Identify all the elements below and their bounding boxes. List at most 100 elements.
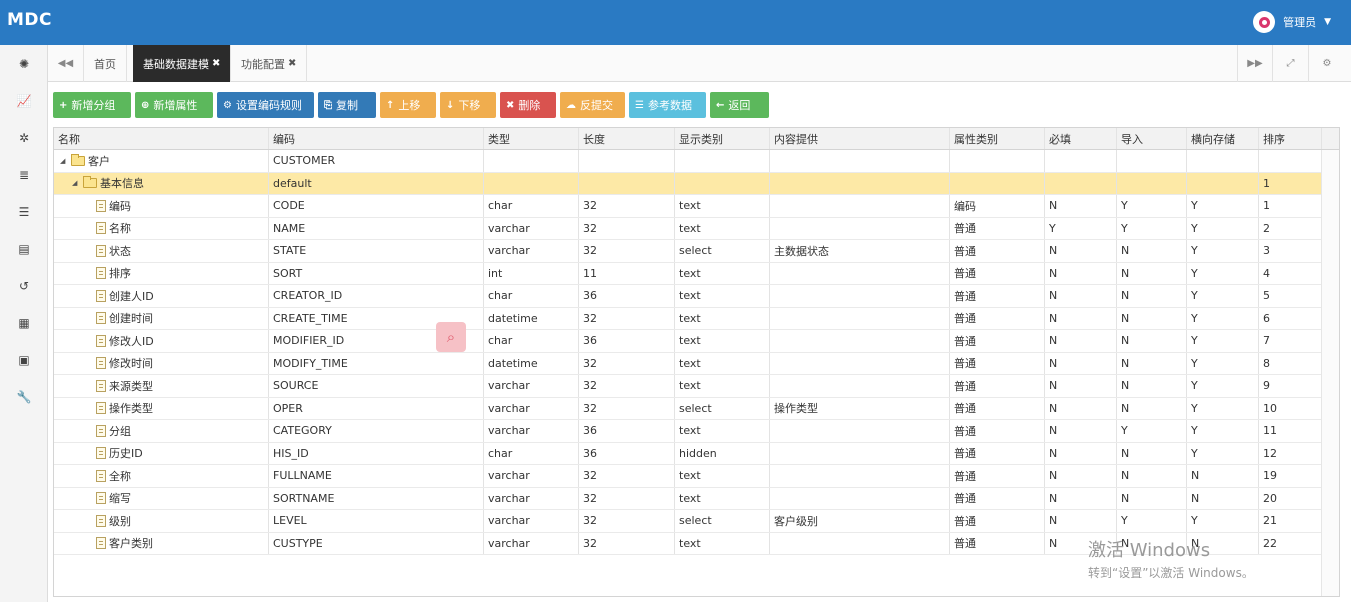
table-row[interactable]: 排序 SORT int 11 text 普通 N N Y 4 [54, 262, 1322, 285]
tab-function-config[interactable]: 功能配置 ✖ [231, 45, 308, 82]
user-menu[interactable]: 管理员 ▼ [1253, 11, 1331, 33]
table-cell: Y [1187, 442, 1259, 464]
column-header[interactable]: 显示类别 [675, 128, 770, 149]
table-cell: N [1117, 442, 1187, 464]
table-cell: select [675, 397, 770, 419]
table-row[interactable]: 编码 CODE char 32 text 编码 N Y Y 1 [54, 195, 1322, 218]
toolbar-button-8[interactable]: ☰ 参考数据 [629, 92, 706, 118]
file-icon [96, 424, 106, 437]
table-cell: 32 [579, 352, 675, 374]
table-cell: Y [1187, 375, 1259, 397]
column-header[interactable]: 名称 [54, 128, 269, 149]
table-row[interactable]: 全称 FULLNAME varchar 32 text 普通 N N N 19 [54, 465, 1322, 488]
table-row[interactable]: ◢ 基本信息 default 1 [54, 172, 1322, 195]
tree-node-cell: 状态 [54, 240, 269, 262]
table-row[interactable]: 名称 NAME varchar 32 text 普通 Y Y Y 2 [54, 217, 1322, 240]
app-logo[interactable]: MDC [7, 10, 52, 30]
column-header[interactable]: 长度 [579, 128, 675, 149]
table-cell: N [1045, 465, 1117, 487]
toolbar-button-5[interactable]: ↓ 下移 [440, 92, 496, 118]
table-cell: 20 [1259, 487, 1322, 509]
table-cell: default [269, 172, 484, 194]
column-header[interactable]: 类型 [484, 128, 579, 149]
vertical-scrollbar[interactable] [1321, 150, 1339, 596]
node-label: 全称 [109, 469, 131, 483]
tab-data-modeling[interactable]: 基础数据建模 ✖ [133, 45, 232, 82]
toolbar-button-1[interactable]: ⊕ 新增属性 [135, 92, 213, 118]
table-cell: N [1187, 487, 1259, 509]
tab-scroll-left-icon[interactable]: ◀◀ [48, 45, 84, 82]
column-header[interactable]: 导入 [1117, 128, 1187, 149]
table-cell: Y [1187, 352, 1259, 374]
table-cell [770, 375, 950, 397]
tree-node-cell: 编码 [54, 195, 269, 217]
table-row[interactable]: 操作类型 OPER varchar 32 select 操作类型 普通 N N Y 10 [54, 397, 1322, 420]
table-row[interactable]: 创建人ID CREATOR_ID char 36 text 普通 N N Y 5 [54, 285, 1322, 308]
file-icon [96, 289, 106, 302]
expand-toggle-icon[interactable]: ◢ [72, 179, 80, 187]
table-cell [770, 465, 950, 487]
table-row[interactable]: 修改人ID MODIFIER_ID char 36 text 普通 N N Y 7 [54, 330, 1322, 353]
table-cell: 2 [1259, 217, 1322, 239]
list-icon[interactable]: ▤ [15, 242, 33, 256]
tree-node-cell: 来源类型 [54, 375, 269, 397]
database-icon[interactable]: ≣ [15, 168, 33, 182]
avatar[interactable] [1253, 11, 1276, 33]
film-icon[interactable]: ▦ [15, 316, 33, 330]
table-cell [1187, 150, 1259, 172]
column-header[interactable]: 内容提供 [770, 128, 950, 149]
toolbar-button-7[interactable]: ☁ 反提交 [560, 92, 625, 118]
node-label: 客户类别 [109, 537, 153, 551]
table-cell [770, 442, 950, 464]
toolbar-button-3[interactable]: ⎘ 复制 [318, 92, 376, 118]
close-icon[interactable]: ✖ [212, 58, 220, 69]
table-row[interactable]: 创建时间 CREATE_TIME datetime 32 text 普通 N N Y 6 [54, 307, 1322, 330]
toolbar-button-4[interactable]: ↑ 上移 [380, 92, 436, 118]
settings-icon[interactable]: ✲ [15, 131, 33, 145]
column-header[interactable]: 必填 [1045, 128, 1117, 149]
tab-scroll-right-icon[interactable]: ▶▶ [1237, 45, 1273, 82]
table-row[interactable]: 状态 STATE varchar 32 select 主数据状态 普通 N N Y 3 [54, 240, 1322, 263]
table-cell: 9 [1259, 375, 1322, 397]
search-icon[interactable]: ⌕ [436, 322, 466, 352]
wrench-icon[interactable]: 🔧 [15, 390, 33, 404]
tab-label: 首页 [94, 57, 116, 71]
node-label: 分组 [109, 424, 131, 438]
dashboard-icon[interactable]: ✺ [15, 57, 33, 71]
toolbar-button-9[interactable]: ← 返回 [710, 92, 769, 118]
menu-icon[interactable]: ☰ [15, 205, 33, 219]
table-cell: Y [1187, 307, 1259, 329]
archive-icon[interactable]: ▣ [15, 353, 33, 367]
toolbar-button-6[interactable]: ✖ 删除 [500, 92, 556, 118]
toolbar-button-2[interactable]: ⚙ 设置编码规则 [217, 92, 314, 118]
table-row[interactable]: 历史ID HIS_ID char 36 hidden 普通 N N Y 12 [54, 442, 1322, 465]
column-header[interactable]: 横向存储 [1187, 128, 1259, 149]
table-row[interactable]: 级别 LEVEL varchar 32 select 客户级别 普通 N Y Y 21 [54, 510, 1322, 533]
tree-node-cell: 历史ID [54, 442, 269, 464]
user-name[interactable]: 管理员 [1283, 14, 1316, 30]
table-row[interactable]: 缩写 SORTNAME varchar 32 text 普通 N N N 20 [54, 487, 1322, 510]
column-header[interactable]: 属性类别 [950, 128, 1045, 149]
table-row[interactable]: ◢ 客户 CUSTOMER [54, 150, 1322, 173]
column-header[interactable]: 编码 [269, 128, 484, 149]
button-icon: ⚙ [223, 99, 232, 111]
chart-icon[interactable]: 📈 [15, 94, 33, 108]
toolbar-button-0[interactable]: + 新增分组 [53, 92, 131, 118]
app-root: MDC 管理员 ▼ ✺ 📈 ✲ ≣ ☰ ▤ ↺ ▦ ▣ 🔧 ◀◀ 首页 基础数据建模 ✖ 功能配置 ✖… [0, 0, 1351, 602]
history-icon[interactable]: ↺ [15, 279, 33, 293]
tree-node-cell: 修改时间 [54, 352, 269, 374]
table-row[interactable]: 分组 CATEGORY varchar 36 text 普通 N Y Y 11 [54, 420, 1322, 443]
table-cell [1187, 172, 1259, 194]
expand-toggle-icon[interactable]: ◢ [60, 157, 68, 165]
tab-home[interactable]: 首页 [84, 45, 127, 82]
table-cell: Y [1187, 397, 1259, 419]
gear-icon[interactable]: ⚙ [1309, 45, 1345, 82]
table-row[interactable]: 修改时间 MODIFY_TIME datetime 32 text 普通 N N Y 8 [54, 352, 1322, 375]
table-cell: 32 [579, 465, 675, 487]
column-header[interactable]: 排序 [1259, 128, 1322, 149]
folder-icon [83, 176, 97, 189]
chevron-down-icon[interactable]: ▼ [1324, 17, 1331, 27]
table-row[interactable]: 来源类型 SOURCE varchar 32 text 普通 N N Y 9 [54, 375, 1322, 398]
fullscreen-icon[interactable]: ⤢ [1273, 45, 1309, 82]
close-icon[interactable]: ✖ [288, 58, 296, 69]
